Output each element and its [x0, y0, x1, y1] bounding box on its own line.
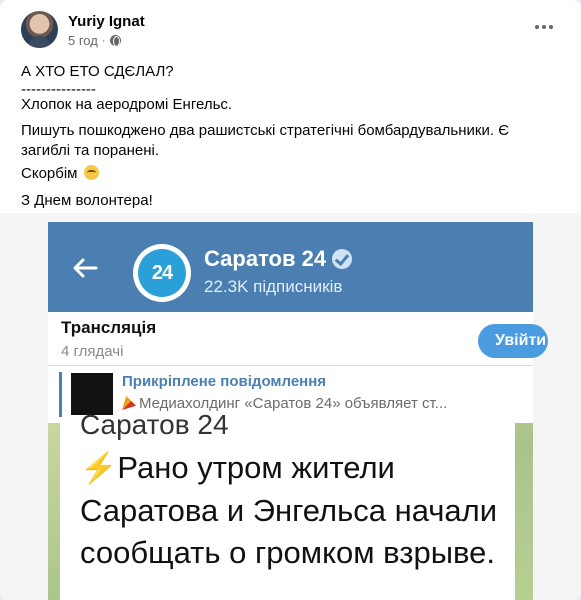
post-line-body: Пишуть пошкоджено два рашистські стратег…: [21, 122, 509, 159]
meta-separator: ·: [101, 34, 106, 47]
message-bubble: Саратов 24 ⚡Рано утром жители Саратова и…: [60, 409, 515, 600]
author-name[interactable]: Yuriy Ignat: [68, 13, 145, 30]
post-line-headline: Хлопок на аеродромі Енгельс.: [21, 96, 233, 113]
back-arrow-icon: [73, 258, 98, 278]
telegram-channel-header: 24 Саратов 24 22.3K підписників: [48, 222, 533, 312]
chat-area: Саратов 24 ⚡Рано утром жители Саратова и…: [48, 409, 533, 600]
message-text: Рано утром жители Саратова и Энгельса на…: [80, 450, 498, 570]
channel-logo-text: 24: [138, 249, 186, 297]
post-meta: 5 год ·: [68, 33, 121, 48]
live-stream-bar: Трансляція 4 глядачі Увійти: [48, 312, 548, 366]
message-body: ⚡Рано утром жители Саратова и Энгельса н…: [80, 447, 510, 574]
attached-screenshot[interactable]: 24 Саратов 24 22.3K підписників Трансляц…: [0, 213, 581, 600]
live-viewers: 4 глядачі: [61, 343, 124, 360]
live-title: Трансляція: [61, 318, 157, 337]
channel-logo: 24: [133, 244, 191, 302]
verified-icon: [332, 249, 353, 269]
post-header: Yuriy Ignat 5 год ·: [0, 0, 581, 58]
more-options-button[interactable]: [531, 14, 557, 40]
more-dot-icon: [535, 25, 539, 29]
post-line-question: А ХТО ЕТО СДЄЛАЛ?: [21, 63, 174, 80]
channel-name-text: Саратов 24: [204, 246, 327, 271]
more-dot-icon: [549, 25, 553, 29]
subscriber-count: 22.3K підписників: [204, 277, 343, 296]
message-sender: Саратов 24: [80, 409, 229, 440]
pinned-title: Прикріплене повідомлення: [122, 373, 327, 390]
author-avatar[interactable]: [21, 11, 58, 48]
join-live-button: Увійти: [478, 324, 548, 358]
party-popper-icon: [122, 396, 136, 410]
lightning-icon: ⚡: [80, 452, 118, 485]
post-time[interactable]: 5 год: [68, 33, 98, 48]
facebook-post-card: Yuriy Ignat 5 год · А ХТО ЕТО СДЄЛАЛ? --…: [0, 0, 581, 600]
post-line-mourn: Скорбім: [21, 164, 99, 184]
channel-name: Саратов 24: [204, 246, 353, 272]
laughing-emoji-icon: [83, 165, 99, 180]
post-line-greeting: З Днем волонтера!: [21, 192, 153, 209]
globe-icon: [109, 35, 121, 47]
pinned-accent-bar: [59, 372, 62, 417]
more-dot-icon: [542, 25, 546, 29]
mourn-text: Скорбім: [21, 165, 78, 182]
